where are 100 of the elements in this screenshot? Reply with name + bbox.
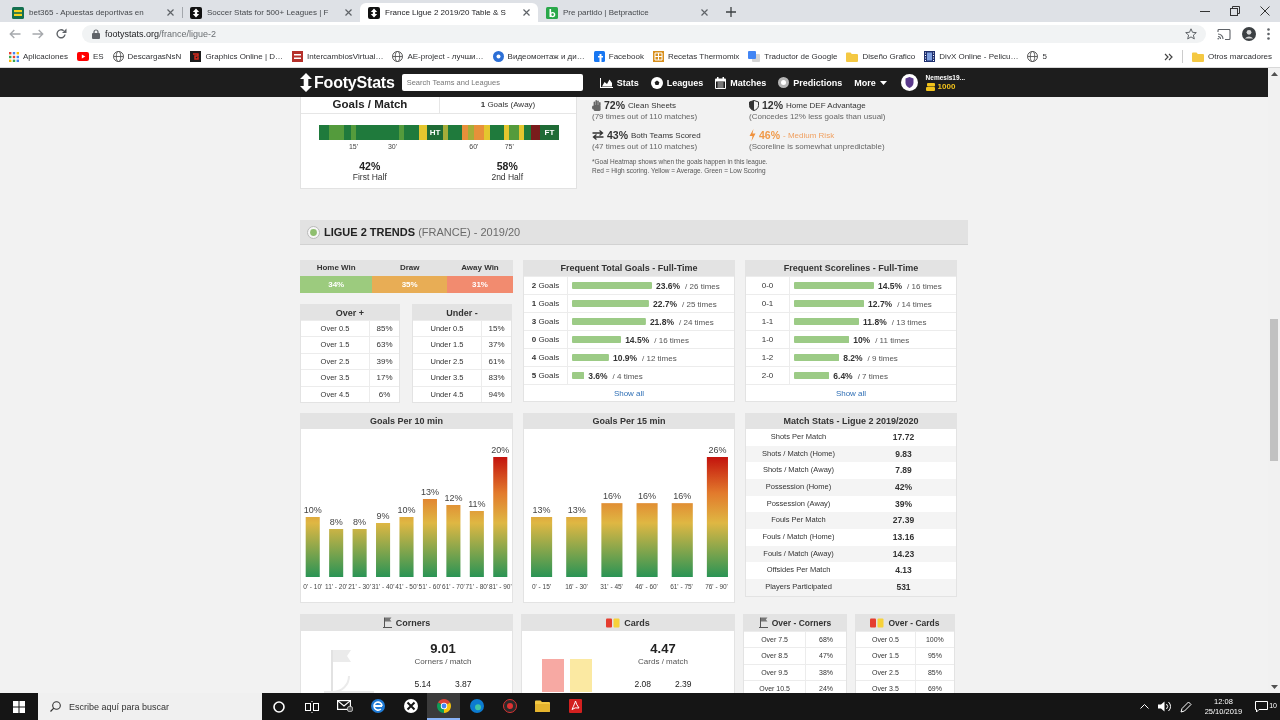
chart-bar (794, 372, 830, 379)
bookmark-star-icon[interactable] (1185, 28, 1197, 40)
cast-icon[interactable] (1217, 28, 1231, 40)
count-text: / 25 times (682, 299, 717, 309)
bookmark-item[interactable]: DivX Online - Pelicu… (924, 51, 1019, 62)
browser-tab[interactable]: bet365 - Apuestas deportivas en (4, 3, 182, 22)
axis-label: 0-0 (761, 281, 774, 290)
task-view-icon[interactable] (304, 700, 319, 713)
browser-tab[interactable]: Pre partido | Betpractice (538, 3, 716, 22)
more-bookmarks-icon[interactable] (1163, 52, 1173, 61)
nav-link[interactable]: Matches (715, 76, 767, 89)
stat-detail: (Concedes 12% less goals than usual) (749, 112, 887, 121)
bookmark-item[interactable]: AE-project - лучши… (392, 51, 484, 62)
bookmark-item[interactable]: Recetas Thermomix (652, 51, 740, 62)
browser-tab[interactable]: France Ligue 2 2019/20 Table & S (360, 3, 538, 22)
split-value: 3.87 (455, 678, 472, 689)
card-title: Goals / Match (301, 97, 440, 113)
close-icon[interactable] (523, 9, 530, 16)
nav-link[interactable]: Leagues (650, 76, 704, 89)
bar-value-label: 12% (444, 492, 463, 503)
taskbar-app[interactable] (427, 693, 460, 720)
notification-icon[interactable] (1255, 700, 1269, 713)
pdf-icon (569, 698, 582, 713)
bookmark-item[interactable]: Graphics Online | D… (190, 51, 284, 62)
browser-tab[interactable]: Soccer Stats for 500+ Leagues | F (182, 3, 360, 22)
table-header: Match Stats - Ligue 2 2019/2020 (746, 413, 956, 429)
bar-value-label: 8.2% (843, 352, 863, 363)
split-value: 2.08 (634, 678, 651, 689)
menu-icon[interactable] (1267, 28, 1270, 40)
chart-bar (572, 354, 609, 361)
bookmark-item[interactable]: 5 (1027, 51, 1047, 62)
calendar-icon (715, 76, 727, 89)
cards-icon (870, 617, 885, 628)
pen-icon[interactable] (1179, 700, 1192, 713)
result-label: Draw (398, 262, 421, 274)
result-label: Home Win (315, 262, 357, 274)
favicon-icon (652, 51, 664, 62)
chart-bar (794, 300, 865, 307)
stat-label: Home DEF Advantage (786, 100, 866, 110)
new-tab-icon[interactable] (726, 7, 736, 17)
table-cell-text: 27.39 (891, 514, 916, 528)
bar-value-label: 11.8% (863, 316, 887, 327)
count-text: / 9 times (867, 353, 898, 363)
bookmark-item[interactable]: ES (76, 52, 104, 61)
big-label: Corners / match (414, 656, 472, 666)
address-bar[interactable]: footystats.org/france/ligue-2 (82, 25, 1206, 43)
bookmark-item[interactable]: Diseño Grafico (846, 51, 916, 62)
chart-bar (469, 510, 484, 577)
bar-value-label: 10.9% (612, 352, 638, 363)
bookmark-item[interactable]: Traductor de Google (748, 51, 838, 62)
bookmark-item[interactable]: DescargasNsN (112, 51, 182, 62)
away-goals-text: 1 Goals (Away) (479, 99, 537, 111)
chart-bar (566, 516, 588, 577)
bookmark-item[interactable]: Видеомонтаж и ди… (492, 51, 585, 62)
show-all-link[interactable]: Show all (835, 388, 867, 398)
bar-value-label: 23.6% (656, 280, 681, 291)
table-header: Frequent Scorelines - Full-Time (746, 261, 956, 276)
nav-link[interactable]: Predictions (778, 77, 843, 88)
scroll-up-icon[interactable] (1270, 72, 1278, 76)
chrome-icon (436, 698, 451, 713)
close-icon[interactable] (167, 9, 174, 16)
axis-label: 1 Goals (531, 299, 560, 308)
reload-icon[interactable] (55, 28, 67, 40)
nav-link[interactable]: Stats (599, 77, 639, 88)
chart-bar (794, 354, 840, 361)
close-icon[interactable] (345, 9, 352, 16)
table-cell: 15% (481, 321, 511, 337)
favicon-icon (368, 6, 380, 19)
half-percent: 58% (495, 160, 519, 172)
stat-label: - Medium Risk (783, 130, 835, 140)
record-icon (502, 698, 517, 713)
count-text: / 16 times (907, 281, 942, 291)
site-logo[interactable]: FootyStats (300, 73, 395, 92)
chart-bar (399, 516, 414, 577)
restore-icon[interactable] (1230, 6, 1240, 16)
taskbar-search-field[interactable]: Escribe aquí para buscar (38, 693, 262, 720)
chart-icon (599, 77, 613, 88)
swap-arrows-icon (592, 130, 604, 140)
ring-icon[interactable] (272, 700, 285, 713)
heatmap-label: HT (427, 125, 443, 140)
bookmark-item[interactable]: IntercambiosVirtual… (292, 51, 384, 62)
scroll-down-icon[interactable] (1270, 685, 1278, 689)
avatar-icon[interactable] (900, 74, 918, 91)
speaker-icon[interactable] (1157, 701, 1171, 712)
close-icon[interactable] (701, 9, 708, 16)
bookmark-item[interactable]: Otros marcadores (1191, 51, 1272, 62)
bookmark-item[interactable]: Facebook (593, 51, 644, 62)
cards-illustration (542, 658, 592, 692)
bookmark-item[interactable]: Aplicaciones (9, 51, 68, 62)
chevron-up-icon[interactable] (1139, 704, 1149, 709)
result-segment: 31% (446, 276, 513, 293)
nav-link[interactable]: More (854, 77, 887, 88)
scrollbar-thumb[interactable] (1270, 319, 1278, 461)
close-icon[interactable] (1260, 6, 1270, 16)
table-cell: 37% (481, 337, 511, 353)
profile-avatar-icon[interactable] (1242, 27, 1256, 41)
minimize-icon[interactable] (1200, 10, 1210, 12)
bar-value-label: 14.5% (625, 334, 650, 345)
bar-value-label: 3.6% (588, 370, 608, 381)
show-all-link[interactable]: Show all (613, 388, 645, 398)
